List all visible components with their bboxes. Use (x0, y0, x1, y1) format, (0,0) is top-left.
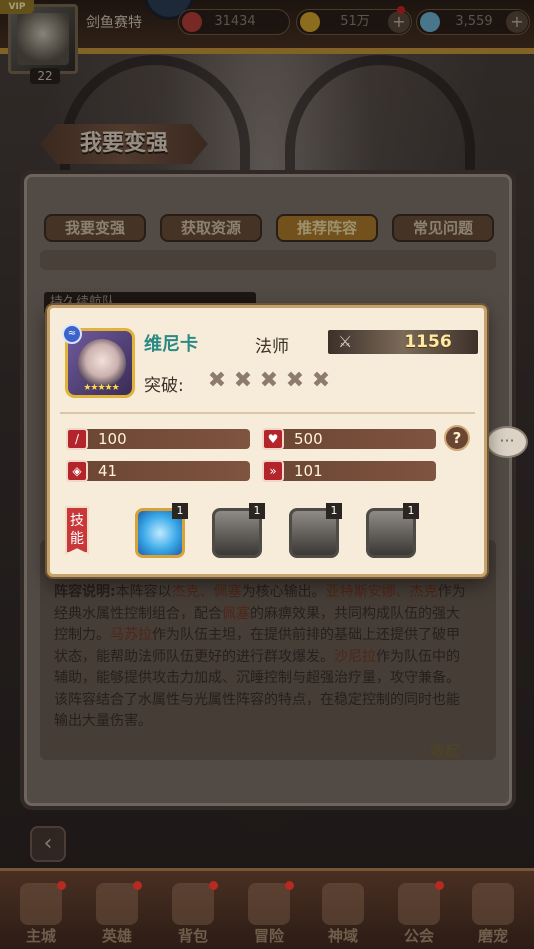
breakthrough-icon: ✖ (207, 368, 227, 393)
nav-pets[interactable]: 磨宠 (458, 871, 528, 949)
notification-dot (435, 881, 444, 890)
nav-guild[interactable]: 公会 (384, 871, 454, 949)
breakthrough-slots: ✖ ✖ ✖ ✖ ✖ (206, 370, 332, 392)
skill-level: 1 (403, 503, 419, 519)
attack-value: 100 (98, 430, 127, 448)
attack-stat: / 100 (66, 428, 250, 450)
hero-stars: ★★★★★ (83, 383, 119, 393)
skill-slot[interactable]: 1 (135, 503, 188, 558)
nav-divine-realm[interactable]: 神域 (308, 871, 378, 949)
nav-label: 冒险 (253, 927, 284, 945)
city-icon (20, 883, 62, 925)
chat-bubble-icon[interactable]: ··· (486, 426, 528, 458)
notification-dot (57, 881, 66, 890)
hp-value: 500 (294, 430, 323, 448)
skill-tag: 技能 (65, 506, 89, 554)
nav-label: 公会 (403, 927, 434, 945)
power-bar: ⚔ 1156 (328, 330, 478, 354)
heart-icon: ♥ (262, 428, 284, 450)
breakthrough-icon: ✖ (311, 368, 331, 393)
skill-level: 1 (249, 503, 265, 519)
back-arrow-icon[interactable]: ‹ (30, 826, 66, 862)
water-element-icon: ≈ (62, 324, 82, 344)
notification-dot (285, 881, 294, 890)
nav-label: 磨宠 (477, 927, 508, 945)
notification-dot (133, 881, 142, 890)
breakthrough-label: 突破: (144, 376, 184, 396)
skill-slot[interactable]: 1 (366, 503, 419, 558)
nav-label: 英雄 (101, 927, 132, 945)
hero-face-image (78, 339, 126, 387)
divider (60, 412, 475, 414)
hero-name: 维尼卡 (144, 334, 198, 355)
breakthrough-icon: ✖ (233, 368, 253, 393)
bag-icon (172, 883, 214, 925)
crossed-swords-icon: ⚔ (338, 332, 353, 351)
help-button[interactable]: ? (444, 425, 470, 451)
nav-label: 背包 (177, 927, 208, 945)
skill-level: 1 (326, 503, 342, 519)
speed-stat: » 101 (262, 460, 436, 482)
nav-heroes[interactable]: 英雄 (82, 871, 152, 949)
breakthrough-icon: ✖ (259, 368, 279, 393)
nav-main-city[interactable]: 主城 (6, 871, 76, 949)
nav-label: 神域 (327, 927, 358, 945)
boot-icon: » (262, 460, 284, 482)
hp-stat: ♥ 500 (262, 428, 436, 450)
nav-adventure[interactable]: 冒险 (234, 871, 304, 949)
power-value: 1156 (404, 332, 452, 352)
hero-class: 法师 (255, 337, 289, 357)
speed-value: 101 (294, 462, 323, 480)
divine-realm-icon (322, 883, 364, 925)
guild-icon (398, 883, 440, 925)
skill-slot[interactable]: 1 (212, 503, 265, 558)
nav-label: 主城 (25, 927, 56, 945)
defense-stat: ◈ 41 (66, 460, 250, 482)
nav-bag[interactable]: 背包 (158, 871, 228, 949)
sword-icon: / (66, 428, 88, 450)
bottom-nav: 主城 英雄 背包 冒险 神域 公会 磨宠 (0, 868, 534, 949)
pet-icon (472, 883, 514, 925)
adventure-icon (248, 883, 290, 925)
notification-dot (209, 881, 218, 890)
hero-icon (96, 883, 138, 925)
skill-level: 1 (172, 503, 188, 519)
breakthrough-icon: ✖ (285, 368, 305, 393)
shield-icon: ◈ (66, 460, 88, 482)
skill-slot[interactable]: 1 (289, 503, 342, 558)
defense-value: 41 (98, 462, 118, 480)
hero-info-popup: ★★★★★ ≈ 维尼卡 法师 ⚔ 1156 突破: ✖ ✖ ✖ ✖ ✖ / 10… (47, 305, 487, 577)
